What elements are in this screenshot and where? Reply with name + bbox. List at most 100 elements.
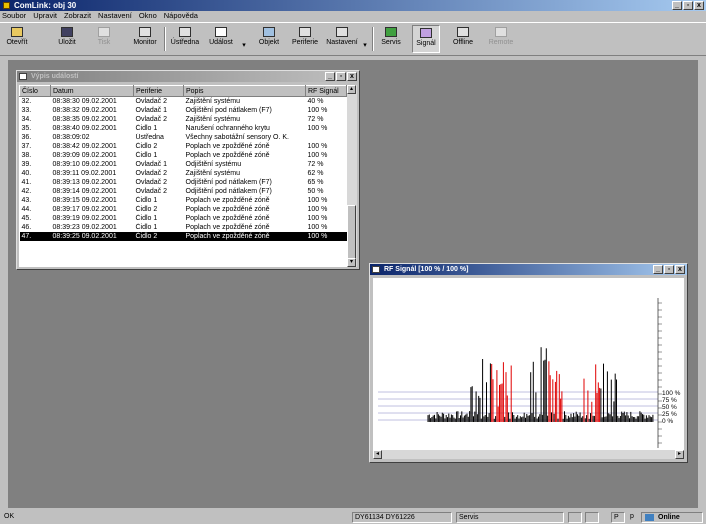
table-cell: Zajištění systému — [185, 170, 240, 177]
minimize-button[interactable]: _ — [325, 72, 335, 81]
scroll-left-button[interactable]: ◂ — [373, 450, 382, 459]
menu-zobrazit[interactable]: Zobrazit — [64, 11, 91, 21]
table-row[interactable]: 40. 08:39:11 09.02.2001 Ovladač 2 Zajištění… — [20, 169, 347, 178]
table-cell: 100 % — [307, 152, 328, 159]
print-button[interactable]: Tisk — [92, 25, 116, 53]
status-online-label: Online — [658, 514, 680, 521]
minimize-button[interactable]: _ — [672, 1, 682, 10]
periph-button[interactable]: Periferie — [290, 25, 320, 53]
event-label: Událost — [209, 39, 233, 46]
rf-signal-titlebar[interactable]: RF Signál [100 % / 100 %] _ ▫ x — [370, 264, 687, 275]
offline-label: Offline — [452, 39, 474, 46]
event-log-titlebar[interactable]: Výpis událostí _ ▫ x — [17, 71, 359, 82]
table-cell: 46. — [21, 224, 32, 231]
close-button[interactable]: x — [347, 72, 357, 81]
table-row[interactable]: 33. 08:38:32 09.02.2001 Ovladač 1 Odjištění… — [20, 106, 347, 115]
table-cell: Ovladač 1 — [135, 107, 168, 114]
scroll-thumb[interactable] — [347, 205, 356, 259]
table-cell: Narušení ochranného krytu — [185, 125, 270, 132]
status-mode: Servis — [456, 512, 564, 523]
table-cell: 100 % — [307, 125, 328, 132]
col-description[interactable]: Popis — [183, 85, 306, 97]
table-cell: 42. — [21, 188, 32, 195]
scroll-right-button[interactable]: ▸ — [675, 450, 684, 459]
event-button[interactable]: Událost — [204, 25, 238, 53]
rf-hscrollbar[interactable]: ◂ ▸ — [373, 450, 684, 459]
save-button[interactable]: Uložit — [54, 25, 80, 53]
menu-napoveda[interactable]: Nápověda — [164, 11, 198, 21]
status-p1: P — [611, 512, 625, 523]
table-cell: 38. — [21, 152, 32, 159]
minimize-button[interactable]: _ — [653, 265, 663, 274]
monitor-button[interactable]: Monitor — [130, 25, 160, 53]
table-cell: Poplach ve zpožděné zóně — [185, 152, 270, 159]
settings-button[interactable]: Nastavení — [324, 25, 360, 53]
table-row[interactable]: 34. 08:38:35 09.02.2001 Ovladač 2 Zajištění… — [20, 115, 347, 124]
col-rf-signal[interactable]: RF Signál — [305, 85, 347, 97]
table-cell: Odjištění pod nátlakem (F7) — [185, 107, 272, 114]
table-cell: 100 % — [307, 206, 328, 213]
close-button[interactable]: x — [675, 265, 685, 274]
table-row[interactable]: 42. 08:39:14 09.02.2001 Ovladač 2 Odjištění… — [20, 187, 347, 196]
table-cell: Ovladač 2 — [135, 98, 168, 105]
table-row[interactable]: 37. 08:38:42 09.02.2001 Čidlo 2 Poplach ve … — [20, 142, 347, 151]
menu-soubor[interactable]: Soubor — [2, 11, 26, 21]
settings-dropdown-button[interactable]: ▾ — [361, 25, 369, 53]
table-cell: 72 % — [307, 161, 324, 168]
dropdown-arrow-icon: ▾ — [363, 42, 367, 49]
table-row[interactable]: 36. 08:38:09:02 Ústředna Všechny sabotážní … — [20, 133, 347, 142]
table-cell: 100 % — [307, 143, 328, 150]
col-number[interactable]: Číslo — [19, 85, 51, 97]
table-cell: Odjištění pod nátlakem (F7) — [185, 188, 272, 195]
scroll-down-button[interactable]: ▾ — [347, 258, 356, 267]
status-text: OK — [4, 513, 15, 520]
table-row[interactable]: 44. 08:39:17 09.02.2001 Čidlo 2 Poplach ve … — [20, 205, 347, 214]
service-icon — [385, 27, 397, 37]
document-icon — [19, 73, 27, 80]
close-button[interactable]: x — [694, 1, 704, 10]
open-button[interactable]: Otevřít — [2, 25, 32, 53]
app-titlebar: ComLink: obj 30 _ ▫ x — [0, 0, 706, 11]
table-cell: 39. — [21, 161, 32, 168]
table-cell: Všechny sabotážní sensory O. K. — [185, 134, 290, 141]
scroll-up-button[interactable]: ▴ — [347, 85, 356, 94]
table-row[interactable]: 43. 08:39:15 09.02.2001 Čidlo 1 Poplach ve … — [20, 196, 347, 205]
network-icon — [645, 514, 654, 521]
event-log-title: Výpis událostí — [31, 73, 79, 80]
signal-button[interactable]: Signál — [412, 25, 440, 53]
restore-button[interactable]: ▫ — [683, 1, 693, 10]
table-cell: 08:39:14 09.02.2001 — [52, 188, 117, 195]
table-row[interactable]: 39. 08:39:10 09.02.2001 Ovladač 1 Odjištění… — [20, 160, 347, 169]
remote-button[interactable]: Remote — [486, 25, 516, 53]
table-cell: 33. — [21, 107, 32, 114]
menu-upravit[interactable]: Upravit — [33, 11, 57, 21]
object-button[interactable]: Objekt — [256, 25, 282, 53]
table-cell: Poplach ve zpožděné zóně — [185, 224, 270, 231]
menu-nastaveni[interactable]: Nastavení — [98, 11, 132, 21]
table-row[interactable]: 41. 08:39:13 09.02.2001 Ovladač 2 Odjištění… — [20, 178, 347, 187]
tick-100: 100 % — [662, 390, 681, 397]
table-row[interactable]: 46. 08:39:23 09.02.2001 Čidlo 1 Poplach ve … — [20, 223, 347, 232]
table-cell: 08:39:17 09.02.2001 — [52, 206, 117, 213]
rf-signal-plot-area: 100 % 75 % 50 % 25 % 0 % ◂ ▸ — [373, 278, 684, 459]
table-cell: Ovladač 2 — [135, 116, 168, 123]
menu-okno[interactable]: Okno — [139, 11, 157, 21]
service-button[interactable]: Servis — [378, 25, 404, 53]
monitor-icon — [139, 27, 151, 37]
maximize-button[interactable]: ▫ — [336, 72, 346, 81]
event-table-scrollbar[interactable]: ▴ ▾ — [347, 85, 357, 267]
col-periph[interactable]: Periferie — [133, 85, 184, 97]
panel-button[interactable]: Ústředna — [168, 25, 202, 53]
table-row[interactable]: 35. 08:38:40 09.02.2001 Čidlo 1 Narušení oc… — [20, 124, 347, 133]
signal-label: Signál — [416, 40, 436, 47]
offline-button[interactable]: Offline — [448, 25, 478, 53]
maximize-button[interactable]: ▫ — [664, 265, 674, 274]
table-row[interactable]: 32. 08:38:30 09.02.2001 Ovladač 2 Zajištění… — [20, 97, 347, 107]
table-row[interactable]: 38. 08:39:09 09.02.2001 Čidlo 1 Poplach ve … — [20, 151, 347, 160]
event-dropdown-button[interactable]: ▾ — [240, 25, 248, 53]
table-row[interactable]: 45. 08:39:19 09.02.2001 Čidlo 1 Poplach ve … — [20, 214, 347, 223]
table-row[interactable]: 47. 08:39:25 09.02.2001 Čidlo 2 Poplach ve … — [19, 232, 347, 241]
table-cell: 08:38:09:02 — [52, 134, 90, 141]
table-cell: Čidlo 1 — [135, 197, 158, 204]
col-date[interactable]: Datum — [50, 85, 134, 97]
